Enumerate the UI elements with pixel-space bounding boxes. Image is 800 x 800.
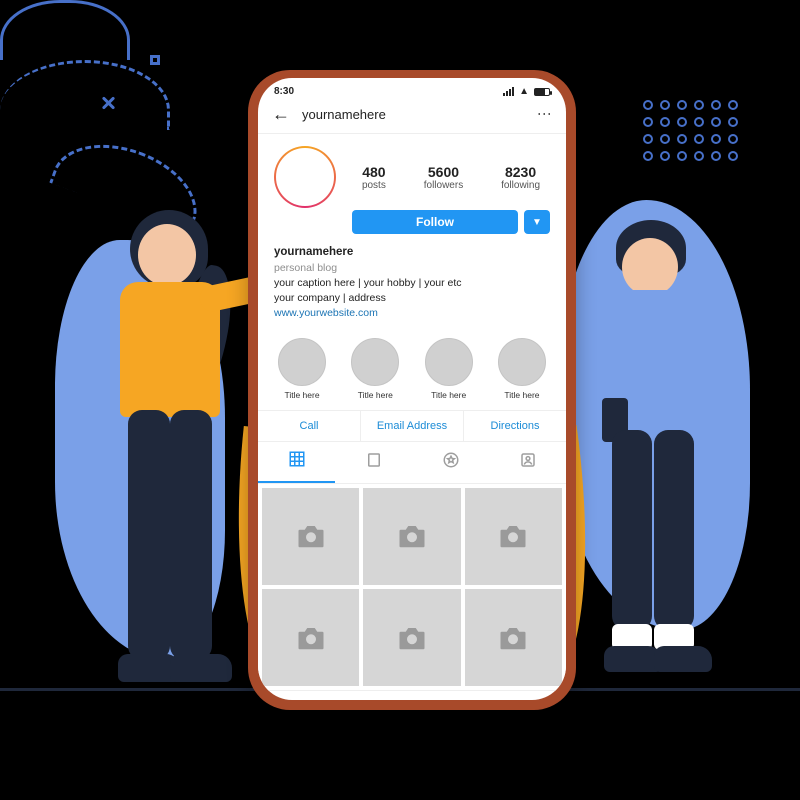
avatar xyxy=(276,148,334,206)
post-placeholder[interactable] xyxy=(363,488,460,585)
post-placeholder[interactable] xyxy=(465,589,562,686)
back-icon[interactable]: ← xyxy=(272,105,290,123)
stat-following[interactable]: 8230 following xyxy=(501,164,540,191)
highlight-circle-icon xyxy=(351,338,399,386)
stat-followers-count: 5600 xyxy=(424,164,463,180)
contact-row: Call Email Address Directions xyxy=(258,410,566,442)
bio-display-name: yournamehere xyxy=(274,244,550,261)
highlight-item[interactable]: Title here xyxy=(419,338,479,400)
illustration-person-left xyxy=(70,210,270,700)
highlight-title: Title here xyxy=(504,390,539,400)
highlight-item[interactable]: Title here xyxy=(345,338,405,400)
status-time: 8:30 xyxy=(274,86,294,97)
tab-grid[interactable] xyxy=(258,442,335,483)
decor-arc xyxy=(0,60,170,130)
signal-icon xyxy=(503,87,514,96)
bio-website-link[interactable]: www.yourwebsite.com xyxy=(274,306,550,321)
camera-icon xyxy=(296,625,326,651)
feed-icon xyxy=(365,451,383,474)
story-highlights: Title here Title here Title here Title h… xyxy=(258,330,566,410)
decor-dot-grid xyxy=(643,100,740,163)
contact-email-button[interactable]: Email Address xyxy=(361,411,464,441)
posts-grid xyxy=(258,484,566,691)
more-options-icon[interactable]: ⋮ xyxy=(536,107,553,122)
tab-starred[interactable] xyxy=(412,442,489,483)
stat-posts-count: 480 xyxy=(362,164,386,180)
tab-feed[interactable] xyxy=(335,442,412,483)
camera-icon xyxy=(498,523,528,549)
post-placeholder[interactable] xyxy=(262,589,359,686)
contact-call-button[interactable]: Call xyxy=(258,411,361,441)
star-circle-icon xyxy=(442,451,460,474)
stat-followers[interactable]: 5600 followers xyxy=(424,164,463,191)
bio-section: yournamehere personal blog your caption … xyxy=(258,234,566,330)
highlight-title: Title here xyxy=(431,390,466,400)
follow-button[interactable]: Follow xyxy=(352,210,518,234)
post-placeholder[interactable] xyxy=(363,589,460,686)
stat-following-count: 8230 xyxy=(501,164,540,180)
camera-icon xyxy=(498,625,528,651)
header-username: yournamehere xyxy=(302,107,525,122)
camera-icon xyxy=(397,625,427,651)
post-placeholder[interactable] xyxy=(262,488,359,585)
phone-frame: 8:30 ▲ ← yournamehere ⋮ 480 posts xyxy=(248,70,576,710)
tagged-person-icon xyxy=(519,451,537,474)
stat-posts[interactable]: 480 posts xyxy=(362,164,386,191)
decor-x-icon xyxy=(100,95,116,111)
highlight-title: Title here xyxy=(358,390,393,400)
highlight-circle-icon xyxy=(498,338,546,386)
highlight-item[interactable]: Title here xyxy=(272,338,332,400)
battery-icon xyxy=(534,88,550,96)
bio-caption-line-2: your company | address xyxy=(274,291,550,306)
grid-icon xyxy=(288,450,306,473)
post-placeholder[interactable] xyxy=(465,488,562,585)
stat-followers-label: followers xyxy=(424,180,463,191)
camera-icon xyxy=(296,523,326,549)
camera-icon xyxy=(397,523,427,549)
highlight-item[interactable]: Title here xyxy=(492,338,552,400)
highlight-circle-icon xyxy=(278,338,326,386)
suggested-dropdown-button[interactable]: ▼ xyxy=(524,210,550,234)
phone-screen: 8:30 ▲ ← yournamehere ⋮ 480 posts xyxy=(258,78,566,700)
stat-posts-label: posts xyxy=(362,180,386,191)
decor-square-icon xyxy=(150,55,160,65)
bio-category: personal blog xyxy=(274,261,550,276)
profile-header: ← yournamehere ⋮ xyxy=(258,99,566,134)
stat-following-label: following xyxy=(501,180,540,191)
illustration-person-right xyxy=(570,220,750,700)
bio-caption-line-1: your caption here | your hobby | your et… xyxy=(274,276,550,291)
decor-cloud xyxy=(0,0,130,60)
highlight-title: Title here xyxy=(284,390,319,400)
avatar-story-ring[interactable] xyxy=(274,146,336,208)
tab-tagged[interactable] xyxy=(489,442,566,483)
profile-tabs xyxy=(258,442,566,484)
status-bar: 8:30 ▲ xyxy=(258,78,566,99)
chevron-down-icon: ▼ xyxy=(532,217,542,228)
wifi-icon: ▲ xyxy=(519,86,529,97)
bottom-nav xyxy=(258,690,566,700)
highlight-circle-icon xyxy=(425,338,473,386)
contact-directions-button[interactable]: Directions xyxy=(464,411,566,441)
